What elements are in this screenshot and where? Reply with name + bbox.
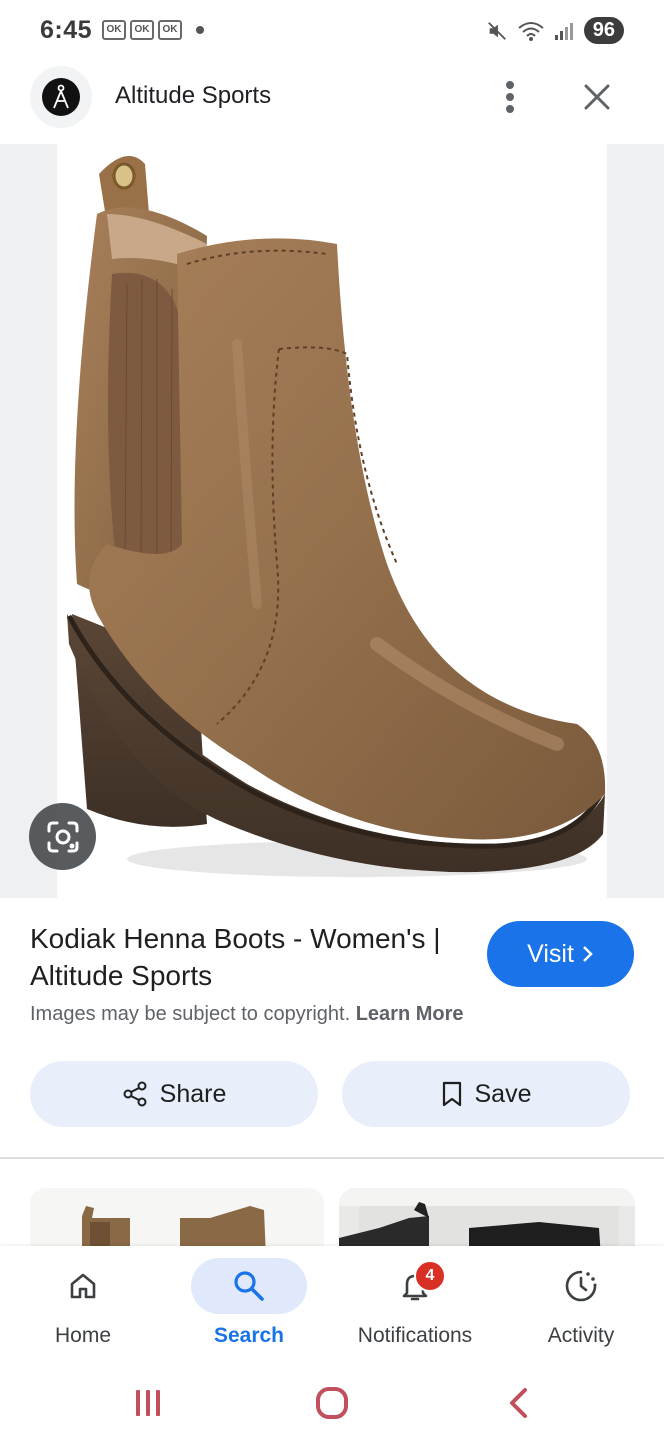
activity-icon [565, 1270, 597, 1302]
image-viewer [0, 144, 664, 898]
notification-ok-icon: OK [130, 20, 154, 40]
signal-icon [554, 22, 573, 40]
nav-search-label: Search [213, 1324, 285, 1347]
google-lens-button[interactable] [29, 803, 96, 870]
recent-apps-button[interactable] [118, 1376, 178, 1430]
boot-image [66, 156, 606, 877]
product-image[interactable] [57, 144, 607, 898]
status-time: 6:45 [40, 16, 93, 44]
more-vertical-icon [506, 81, 514, 113]
home-icon [70, 1273, 96, 1299]
share-icon [123, 1081, 147, 1107]
nav-notifications-icon-wrap [357, 1258, 473, 1314]
mute-icon [487, 21, 506, 40]
bottom-navigation: Home Search 4 Notifications Activity [0, 1246, 664, 1366]
notification-ok-icon: OK [158, 20, 182, 40]
google-lens-icon [47, 821, 78, 852]
nav-notifications[interactable]: 4 Notifications [332, 1246, 498, 1366]
nav-activity-icon-wrap [523, 1258, 639, 1314]
nav-search-icon-wrap [191, 1258, 307, 1314]
system-navigation-bar [0, 1366, 664, 1440]
more-options-button[interactable] [490, 74, 530, 120]
bookmark-icon [442, 1081, 461, 1107]
copyright-text: Images may be subject to copyright. [30, 1003, 351, 1025]
visit-label: Visit [527, 939, 574, 968]
status-notification-icons: OK OK OK [102, 20, 204, 40]
nav-home-icon-wrap [25, 1258, 141, 1314]
back-icon [510, 1388, 527, 1418]
visit-button[interactable]: Visit [487, 921, 634, 987]
copyright-notice: Images may be subject to copyright. Lear… [30, 1003, 464, 1026]
learn-more-link[interactable]: Learn More [356, 1003, 464, 1025]
close-button[interactable] [576, 76, 618, 118]
section-divider [0, 1157, 664, 1159]
close-icon [584, 84, 610, 110]
share-button[interactable]: Share [30, 1061, 318, 1127]
status-bar: 6:45 OK OK OK 96 [0, 0, 664, 64]
nav-notifications-label: Notifications [357, 1324, 473, 1347]
product-title[interactable]: Kodiak Henna Boots - Women's | Altitude … [30, 920, 475, 994]
header: Altitude Sports [0, 64, 664, 144]
share-label: Share [159, 1079, 227, 1108]
site-name[interactable]: Altitude Sports [115, 82, 271, 110]
site-avatar[interactable] [30, 66, 92, 128]
back-button[interactable] [488, 1376, 548, 1430]
status-right: 96 [486, 17, 624, 44]
notification-ok-icon: OK [102, 20, 126, 40]
nav-activity[interactable]: Activity [498, 1246, 664, 1366]
status-dot [196, 26, 204, 34]
nav-home-label: Home [54, 1324, 112, 1347]
recent-apps-icon [136, 1390, 160, 1416]
search-icon [234, 1271, 264, 1301]
battery-indicator: 96 [583, 17, 624, 44]
wifi-icon [518, 21, 544, 41]
nav-search[interactable]: Search [166, 1246, 332, 1366]
save-label: Save [474, 1079, 532, 1108]
notification-badge: 4 [414, 1260, 446, 1292]
nav-activity-label: Activity [547, 1324, 615, 1347]
save-button[interactable]: Save [342, 1061, 630, 1127]
nav-home[interactable]: Home [0, 1246, 166, 1366]
chevron-right-icon [583, 946, 593, 962]
home-circle-icon [316, 1387, 348, 1419]
home-system-button[interactable] [302, 1376, 362, 1430]
altitude-sports-logo-icon [42, 78, 80, 116]
